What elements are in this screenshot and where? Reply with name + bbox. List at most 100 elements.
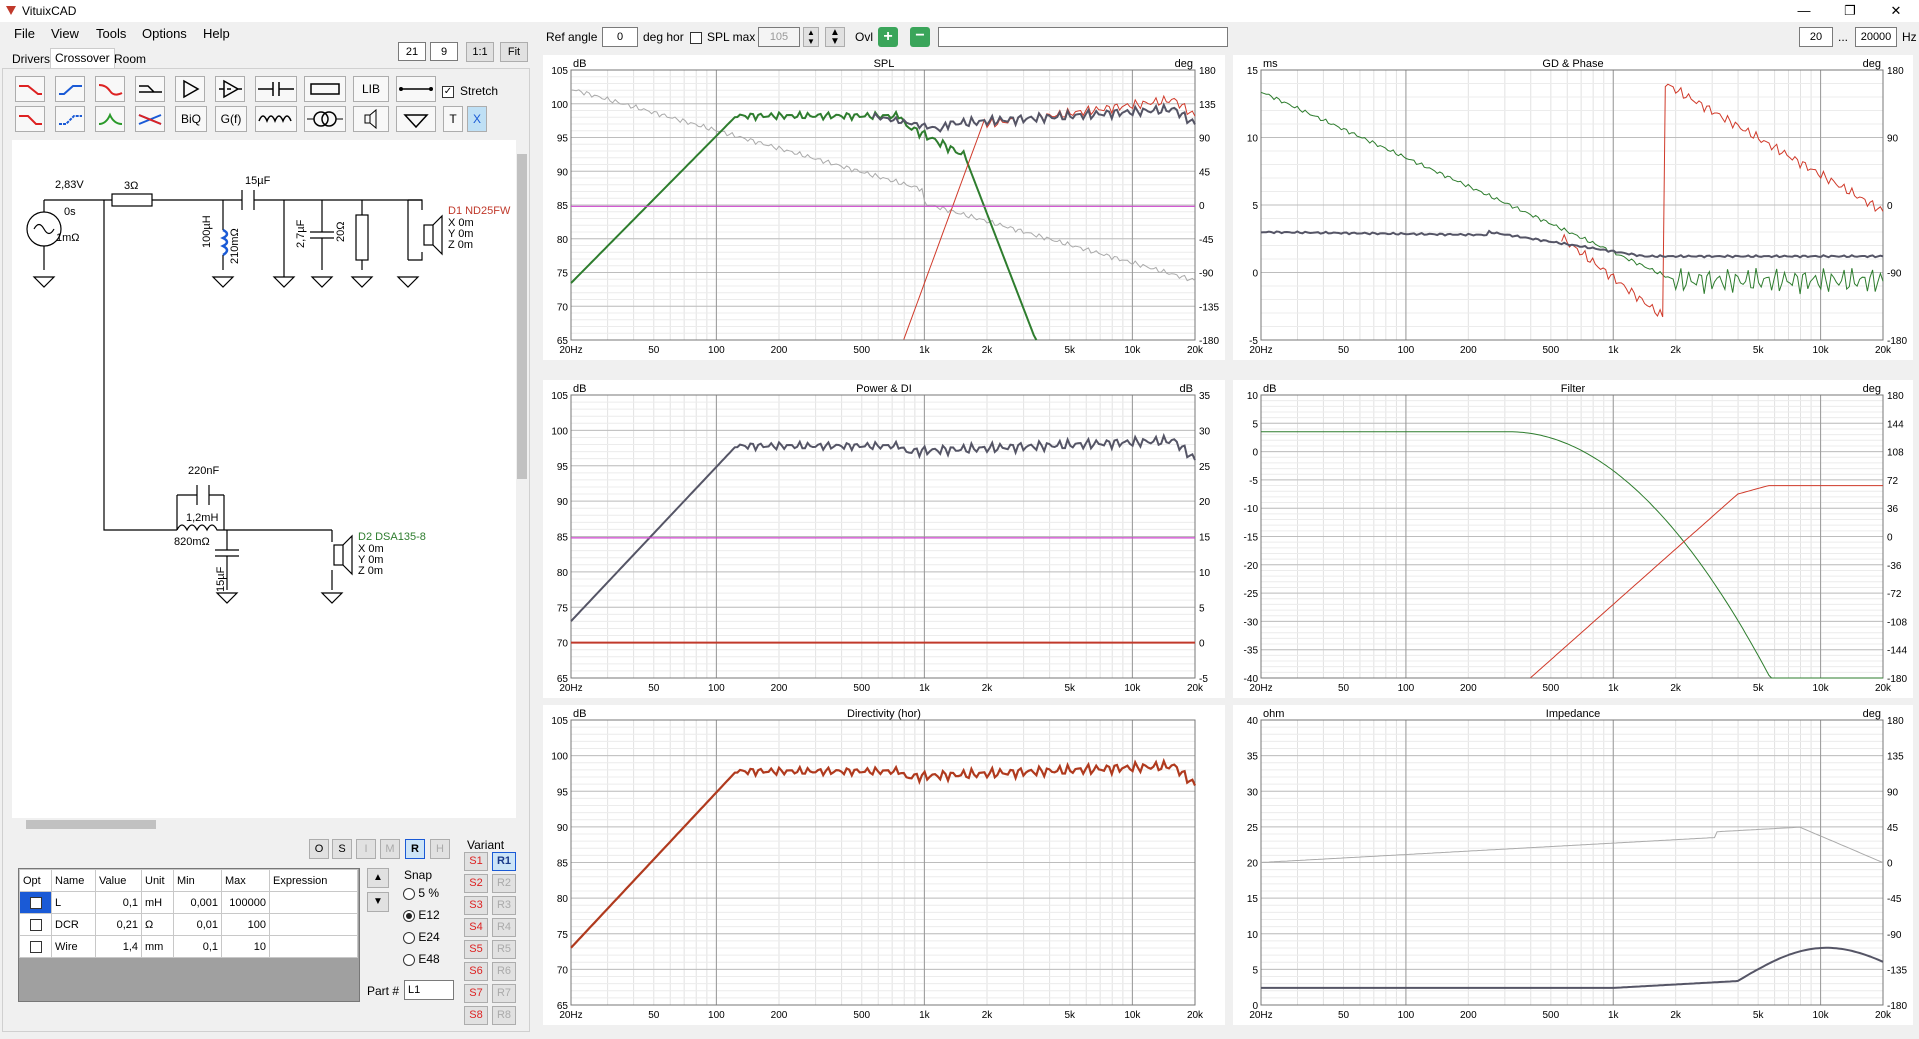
row-name[interactable]: DCR: [51, 913, 96, 936]
buffer-icon[interactable]: [175, 76, 205, 102]
variant-s5-button[interactable]: S5: [464, 940, 488, 959]
capacitor-icon[interactable]: [255, 76, 297, 102]
snap-e12[interactable]: E12: [403, 908, 440, 922]
minimize-icon[interactable]: —: [1781, 0, 1827, 22]
move-up-icon[interactable]: ▲: [367, 868, 389, 888]
wire-icon[interactable]: [396, 76, 436, 102]
zoom-b-field[interactable]: 9: [430, 42, 458, 61]
notch-icon[interactable]: [95, 76, 125, 102]
inductor-icon[interactable]: [255, 106, 297, 132]
row-name[interactable]: Wire: [51, 935, 96, 958]
variant-s8-button[interactable]: S8: [464, 1006, 488, 1025]
part-number-field[interactable]: L1: [404, 980, 454, 1000]
tab-room[interactable]: Room: [110, 50, 150, 68]
mode-i-button[interactable]: I: [356, 839, 376, 859]
power-plot[interactable]: Power & DI dB dB 105 100 95 90 85 80 75 70 65 35 30 25…: [543, 380, 1225, 698]
mode-h-button[interactable]: H: [430, 839, 450, 859]
variant-s6-button[interactable]: S6: [464, 962, 488, 981]
variant-r1-button[interactable]: R1: [492, 852, 516, 871]
mode-o-button[interactable]: O: [309, 839, 329, 859]
snap-e48[interactable]: E48: [403, 952, 440, 966]
menu-options[interactable]: Options: [142, 26, 187, 41]
tab-crossover[interactable]: Crossover: [50, 48, 115, 69]
stretch-checkbox[interactable]: ✓: [442, 84, 454, 98]
spl-step-icon[interactable]: ▲ ▼: [825, 27, 845, 47]
tab-drivers[interactable]: Drivers: [8, 50, 54, 68]
driver-icon[interactable]: [353, 106, 389, 132]
vscroll-thumb[interactable]: [517, 154, 527, 479]
schematic-canvas[interactable]: 2,83V 0s 1mΩ 3Ω 15µF 100µH 210mΩ 2,7µF 2…: [12, 140, 516, 818]
variant-r7-button[interactable]: R7: [492, 984, 516, 1003]
variant-r4-button[interactable]: R4: [492, 918, 516, 937]
table-row[interactable]: DCR 0,21 Ω 0,01 100: [19, 913, 358, 936]
variant-r2-button[interactable]: R2: [492, 874, 516, 893]
freq-min-field[interactable]: 20: [1799, 27, 1833, 47]
highpass-1-icon[interactable]: [55, 76, 85, 102]
opt-checkbox[interactable]: [29, 896, 42, 909]
snap-5pct[interactable]: 5 %: [403, 886, 439, 900]
lowpass-2-icon[interactable]: [15, 106, 45, 132]
variant-r8-button[interactable]: R8: [492, 1006, 516, 1025]
spl-max-field[interactable]: 105: [758, 27, 800, 47]
spl-max-checkbox[interactable]: [690, 30, 702, 44]
mode-m-button[interactable]: M: [380, 839, 400, 859]
row-min[interactable]: 0,1: [173, 935, 222, 958]
text-tool-button[interactable]: T: [443, 106, 463, 132]
freq-max-field[interactable]: 20000: [1855, 27, 1897, 47]
row-value[interactable]: 0,21: [95, 913, 142, 936]
spl-spinner-icon[interactable]: ▲ ▼: [803, 27, 819, 47]
row-max[interactable]: 10: [221, 935, 270, 958]
variant-s7-button[interactable]: S7: [464, 984, 488, 1003]
menu-tools[interactable]: Tools: [96, 26, 126, 41]
mode-r-button[interactable]: R: [405, 839, 425, 859]
resistor-icon[interactable]: [304, 76, 346, 102]
delete-tool-button[interactable]: X: [467, 106, 487, 132]
zoom-a-field[interactable]: 21: [398, 42, 426, 61]
shelf-icon[interactable]: [135, 76, 165, 102]
variant-s4-button[interactable]: S4: [464, 918, 488, 937]
lowpass-1-icon[interactable]: [15, 76, 45, 102]
table-row[interactable]: Wire 1,4 mm 0,1 10: [19, 935, 358, 958]
variant-r6-button[interactable]: R6: [492, 962, 516, 981]
opt-checkbox[interactable]: [29, 918, 42, 931]
menu-view[interactable]: View: [51, 26, 79, 41]
row-max[interactable]: 100000: [221, 891, 270, 914]
remove-overlay-icon[interactable]: −: [910, 27, 930, 47]
row-value[interactable]: 0,1: [95, 891, 142, 914]
add-overlay-icon[interactable]: +: [878, 27, 898, 47]
variant-s3-button[interactable]: S3: [464, 896, 488, 915]
maximize-icon[interactable]: ❐: [1827, 0, 1873, 22]
imp-plot[interactable]: Impedance ohm deg 40 35 30 25 20 15 10 5 0 180 135 90 4…: [1233, 705, 1913, 1025]
move-down-icon[interactable]: ▼: [367, 892, 389, 912]
variant-s1-button[interactable]: S1: [464, 852, 488, 871]
biquad-button[interactable]: BiQ: [175, 106, 207, 132]
zoom-1to1-button[interactable]: 1:1: [466, 42, 494, 62]
row-min[interactable]: 0,01: [173, 913, 222, 936]
ground-icon[interactable]: [396, 106, 436, 132]
schematic-hscroll[interactable]: [12, 818, 516, 830]
overlay-name-field[interactable]: [938, 27, 1228, 47]
close-icon[interactable]: ✕: [1873, 0, 1919, 22]
menu-help[interactable]: Help: [203, 26, 230, 41]
row-expression[interactable]: [269, 913, 358, 936]
hscroll-thumb[interactable]: [26, 820, 156, 829]
dir-plot[interactable]: Directivity (hor) dB 105 100 95 90 85 80 75 70 65 2…: [543, 705, 1225, 1025]
row-min[interactable]: 0,001: [173, 891, 222, 914]
gd-plot[interactable]: GD & Phase ms deg 15 10 5 0 -5 180 90 0 -90 -180 20Hz…: [1233, 55, 1913, 360]
opt-checkbox[interactable]: [29, 940, 42, 953]
spl-plot[interactable]: SPL dB deg 105 100 95 90 85 80 75 70 65 180 135 90 45 0-…: [543, 55, 1225, 360]
zoom-fit-button[interactable]: Fit: [500, 42, 528, 62]
row-name[interactable]: L: [51, 891, 96, 914]
row-expression[interactable]: [269, 935, 358, 958]
transfer-function-button[interactable]: G(f): [215, 106, 247, 132]
variant-s2-button[interactable]: S2: [464, 874, 488, 893]
peak-icon[interactable]: [95, 106, 125, 132]
menu-file[interactable]: File: [14, 26, 35, 41]
filter-plot[interactable]: Filter dB deg 10 5 0 -5 -10 -15 -20 -25 -30 -35 -40 18…: [1233, 380, 1913, 698]
schematic-vscroll[interactable]: [516, 140, 528, 818]
transformer-icon[interactable]: [304, 106, 346, 132]
variant-r5-button[interactable]: R5: [492, 940, 516, 959]
table-row[interactable]: L 0,1 mH 0,001 100000: [19, 891, 358, 914]
opamp-icon[interactable]: [215, 76, 245, 102]
variant-r3-button[interactable]: R3: [492, 896, 516, 915]
